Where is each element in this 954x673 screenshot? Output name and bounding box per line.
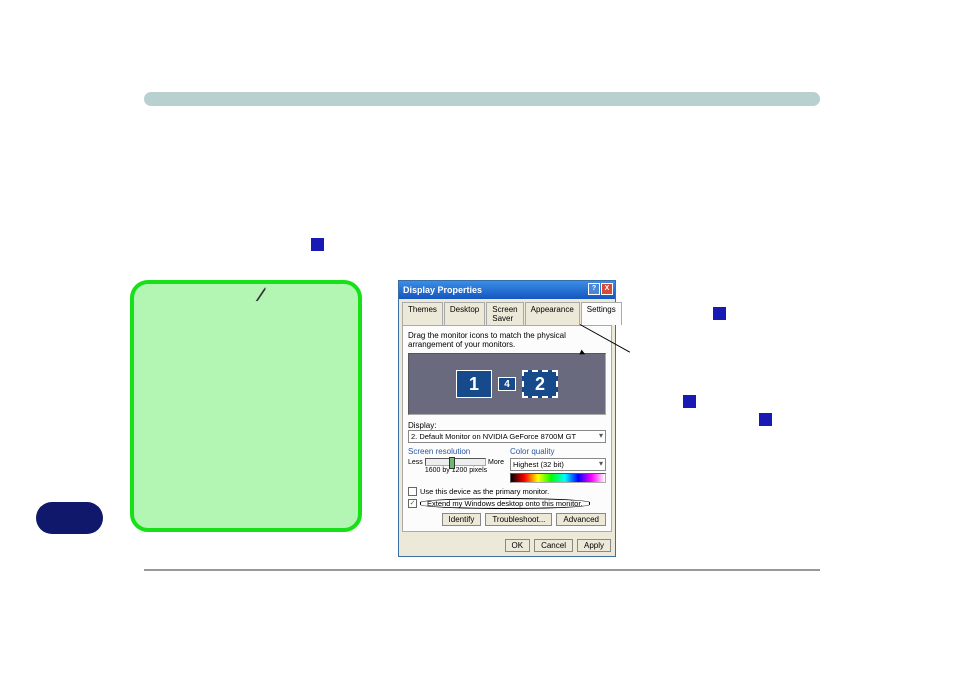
resolution-caption: 1600 by 1200 pixels (408, 467, 504, 474)
display-properties-dialog: Display Properties ? X Themes Desktop Sc… (398, 280, 616, 557)
tab-themes[interactable]: Themes (402, 302, 443, 325)
step-bullet-4 (759, 413, 772, 426)
cancel-button[interactable]: Cancel (534, 539, 573, 552)
footer-divider (144, 569, 820, 571)
primary-monitor-checkbox[interactable] (408, 487, 417, 496)
color-gradient-bar (510, 473, 606, 483)
troubleshoot-button[interactable]: Troubleshoot... (485, 513, 552, 526)
resolution-title: Screen resolution (408, 447, 504, 456)
primary-monitor-label: Use this device as the primary monitor. (420, 487, 549, 496)
display-label: Display: (408, 421, 606, 430)
dialog-title: Display Properties (403, 285, 482, 295)
identify-button[interactable]: Identify (442, 513, 482, 526)
extend-desktop-checkbox[interactable] (408, 499, 417, 508)
page-number-badge (36, 502, 103, 534)
extend-desktop-label: Extend my Windows desktop onto this moni… (420, 498, 590, 509)
display-select[interactable]: 2. Default Monitor on NVIDIA GeForce 870… (408, 430, 606, 443)
step-bullet-3 (683, 395, 696, 408)
close-button[interactable]: X (601, 283, 613, 295)
dialog-titlebar[interactable]: Display Properties ? X (399, 281, 615, 299)
section-header-bar (144, 92, 820, 106)
colorquality-title: Color quality (510, 447, 606, 456)
apply-button[interactable]: Apply (577, 539, 611, 552)
step-bullet-2 (713, 307, 726, 320)
tab-desktop[interactable]: Desktop (444, 302, 485, 325)
monitor-arrangement-area[interactable]: 1 4 2 (408, 353, 606, 415)
instruction-text: Drag the monitor icons to match the phys… (408, 331, 606, 349)
res-less-label: Less (408, 459, 423, 466)
tab-settings[interactable]: Settings (581, 302, 622, 325)
monitor-4[interactable]: 4 (498, 377, 516, 391)
help-button[interactable]: ? (588, 283, 600, 295)
monitor-2[interactable]: 2 (522, 370, 558, 398)
ok-button[interactable]: OK (505, 539, 531, 552)
tab-screensaver[interactable]: Screen Saver (486, 302, 523, 325)
note-box (130, 280, 362, 532)
colorquality-select[interactable]: Highest (32 bit) (510, 458, 606, 471)
advanced-button[interactable]: Advanced (556, 513, 606, 526)
slider-thumb[interactable] (449, 457, 455, 469)
monitor-1[interactable]: 1 (456, 370, 492, 398)
tab-appearance[interactable]: Appearance (525, 302, 580, 325)
step-bullet-1 (311, 238, 324, 251)
resolution-slider[interactable] (425, 458, 486, 466)
res-more-label: More (488, 459, 504, 466)
